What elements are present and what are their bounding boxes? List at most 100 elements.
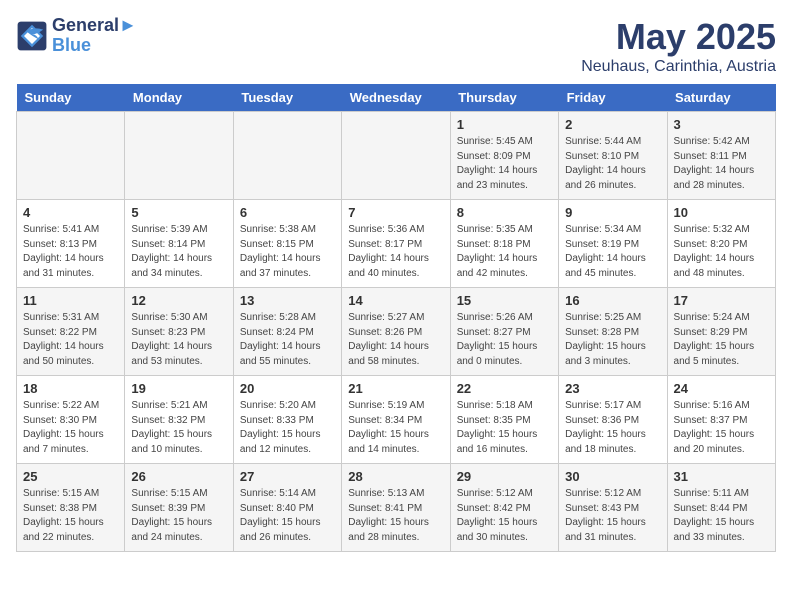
calendar-cell: 14Sunrise: 5:27 AM Sunset: 8:26 PM Dayli… bbox=[342, 288, 450, 376]
cell-info: Sunrise: 5:24 AM Sunset: 8:29 PM Dayligh… bbox=[674, 311, 769, 369]
location: Neuhaus, Carinthia, Austria bbox=[581, 58, 776, 76]
day-number: 26 bbox=[131, 469, 226, 484]
calendar-cell: 30Sunrise: 5:12 AM Sunset: 8:43 PM Dayli… bbox=[559, 464, 667, 552]
calendar-table: SundayMondayTuesdayWednesdayThursdayFrid… bbox=[16, 84, 776, 552]
day-number: 5 bbox=[131, 205, 226, 220]
week-row-3: 11 Sunrise: 5:31 AM Sunset: 8:22 PM Dayli… bbox=[17, 288, 776, 376]
cell-info: Sunrise: 5:31 AM Sunset: 8:22 PM Dayligh… bbox=[23, 311, 118, 369]
calendar-cell bbox=[125, 112, 233, 200]
calendar-cell: 19 Sunrise: 5:21 AM Sunset: 8:32 PM Dayli… bbox=[125, 376, 233, 464]
day-number: 29 bbox=[457, 469, 552, 484]
day-number: 24 bbox=[674, 381, 769, 396]
calendar-cell: 22 Sunrise: 5:18 AM Sunset: 8:35 PM Dayli… bbox=[450, 376, 558, 464]
cell-info: Sunrise: 5:45 AM Sunset: 8:09 PM Dayligh… bbox=[457, 135, 552, 193]
weekday-header-sunday: Sunday bbox=[17, 84, 125, 112]
cell-info: Sunrise: 5:15 AM Sunset: 8:38 PM Dayligh… bbox=[23, 487, 118, 545]
calendar-cell: 31Sunrise: 5:11 AM Sunset: 8:44 PM Dayli… bbox=[667, 464, 775, 552]
cell-info: Sunrise: 5:39 AM Sunset: 8:14 PM Dayligh… bbox=[131, 223, 226, 281]
cell-info: Sunrise: 5:35 AM Sunset: 8:18 PM Dayligh… bbox=[457, 223, 552, 281]
weekday-header-monday: Monday bbox=[125, 84, 233, 112]
calendar-cell: 25 Sunrise: 5:15 AM Sunset: 8:38 PM Dayli… bbox=[17, 464, 125, 552]
cell-info: Sunrise: 5:32 AM Sunset: 8:20 PM Dayligh… bbox=[674, 223, 769, 281]
cell-info: Sunrise: 5:41 AM Sunset: 8:13 PM Dayligh… bbox=[23, 223, 118, 281]
day-number: 27 bbox=[240, 469, 335, 484]
cell-info: Sunrise: 5:17 AM Sunset: 8:36 PM Dayligh… bbox=[565, 399, 660, 457]
page-header: General► Blue May 2025 Neuhaus, Carinthi… bbox=[16, 16, 776, 76]
calendar-cell: 13 Sunrise: 5:28 AM Sunset: 8:24 PM Dayli… bbox=[233, 288, 341, 376]
day-number: 21 bbox=[348, 381, 443, 396]
cell-info: Sunrise: 5:22 AM Sunset: 8:30 PM Dayligh… bbox=[23, 399, 118, 457]
calendar-cell: 12 Sunrise: 5:30 AM Sunset: 8:23 PM Dayli… bbox=[125, 288, 233, 376]
cell-info: Sunrise: 5:15 AM Sunset: 8:39 PM Dayligh… bbox=[131, 487, 226, 545]
day-number: 30 bbox=[565, 469, 660, 484]
calendar-cell: 17 Sunrise: 5:24 AM Sunset: 8:29 PM Dayli… bbox=[667, 288, 775, 376]
cell-info: Sunrise: 5:26 AM Sunset: 8:27 PM Dayligh… bbox=[457, 311, 552, 369]
day-number: 8 bbox=[457, 205, 552, 220]
day-number: 9 bbox=[565, 205, 660, 220]
cell-info: Sunrise: 5:19 AM Sunset: 8:34 PM Dayligh… bbox=[348, 399, 443, 457]
calendar-cell bbox=[342, 112, 450, 200]
cell-info: Sunrise: 5:20 AM Sunset: 8:33 PM Dayligh… bbox=[240, 399, 335, 457]
calendar-cell: 10 Sunrise: 5:32 AM Sunset: 8:20 PM Dayli… bbox=[667, 200, 775, 288]
cell-info: Sunrise: 5:14 AM Sunset: 8:40 PM Dayligh… bbox=[240, 487, 335, 545]
logo-text: General► Blue bbox=[52, 16, 137, 56]
cell-info: Sunrise: 5:42 AM Sunset: 8:11 PM Dayligh… bbox=[674, 135, 769, 193]
cell-info: Sunrise: 5:30 AM Sunset: 8:23 PM Dayligh… bbox=[131, 311, 226, 369]
weekday-header-saturday: Saturday bbox=[667, 84, 775, 112]
day-number: 20 bbox=[240, 381, 335, 396]
calendar-cell: 5 Sunrise: 5:39 AM Sunset: 8:14 PM Daylig… bbox=[125, 200, 233, 288]
cell-info: Sunrise: 5:13 AM Sunset: 8:41 PM Dayligh… bbox=[348, 487, 443, 545]
weekday-header-thursday: Thursday bbox=[450, 84, 558, 112]
calendar-cell: 3 Sunrise: 5:42 AM Sunset: 8:11 PM Daylig… bbox=[667, 112, 775, 200]
cell-info: Sunrise: 5:21 AM Sunset: 8:32 PM Dayligh… bbox=[131, 399, 226, 457]
calendar-cell: 8 Sunrise: 5:35 AM Sunset: 8:18 PM Daylig… bbox=[450, 200, 558, 288]
calendar-cell: 20 Sunrise: 5:20 AM Sunset: 8:33 PM Dayli… bbox=[233, 376, 341, 464]
cell-info: Sunrise: 5:36 AM Sunset: 8:17 PM Dayligh… bbox=[348, 223, 443, 281]
weekday-header-tuesday: Tuesday bbox=[233, 84, 341, 112]
cell-info: Sunrise: 5:44 AM Sunset: 8:10 PM Dayligh… bbox=[565, 135, 660, 193]
day-number: 2 bbox=[565, 117, 660, 132]
day-number: 15 bbox=[457, 293, 552, 308]
day-number: 7 bbox=[348, 205, 443, 220]
cell-info: Sunrise: 5:18 AM Sunset: 8:35 PM Dayligh… bbox=[457, 399, 552, 457]
day-number: 12 bbox=[131, 293, 226, 308]
cell-info: Sunrise: 5:38 AM Sunset: 8:15 PM Dayligh… bbox=[240, 223, 335, 281]
day-number: 13 bbox=[240, 293, 335, 308]
day-number: 3 bbox=[674, 117, 769, 132]
day-number: 19 bbox=[131, 381, 226, 396]
weekday-header-row: SundayMondayTuesdayWednesdayThursdayFrid… bbox=[17, 84, 776, 112]
calendar-cell: 11 Sunrise: 5:31 AM Sunset: 8:22 PM Dayli… bbox=[17, 288, 125, 376]
calendar-cell: 21 Sunrise: 5:19 AM Sunset: 8:34 PM Dayli… bbox=[342, 376, 450, 464]
calendar-cell: 6Sunrise: 5:38 AM Sunset: 8:15 PM Daylig… bbox=[233, 200, 341, 288]
weekday-header-friday: Friday bbox=[559, 84, 667, 112]
day-number: 22 bbox=[457, 381, 552, 396]
cell-info: Sunrise: 5:27 AM Sunset: 8:26 PM Dayligh… bbox=[348, 311, 443, 369]
calendar-cell: 24 Sunrise: 5:16 AM Sunset: 8:37 PM Dayli… bbox=[667, 376, 775, 464]
calendar-cell: 15 Sunrise: 5:26 AM Sunset: 8:27 PM Dayli… bbox=[450, 288, 558, 376]
calendar-cell: 1 Sunrise: 5:45 AM Sunset: 8:09 PM Daylig… bbox=[450, 112, 558, 200]
day-number: 23 bbox=[565, 381, 660, 396]
day-number: 10 bbox=[674, 205, 769, 220]
calendar-cell: 26 Sunrise: 5:15 AM Sunset: 8:39 PM Dayli… bbox=[125, 464, 233, 552]
day-number: 25 bbox=[23, 469, 118, 484]
calendar-cell bbox=[17, 112, 125, 200]
day-number: 1 bbox=[457, 117, 552, 132]
cell-info: Sunrise: 5:28 AM Sunset: 8:24 PM Dayligh… bbox=[240, 311, 335, 369]
day-number: 18 bbox=[23, 381, 118, 396]
logo-icon bbox=[16, 20, 48, 52]
day-number: 4 bbox=[23, 205, 118, 220]
calendar-cell: 28Sunrise: 5:13 AM Sunset: 8:41 PM Dayli… bbox=[342, 464, 450, 552]
day-number: 17 bbox=[674, 293, 769, 308]
cell-info: Sunrise: 5:16 AM Sunset: 8:37 PM Dayligh… bbox=[674, 399, 769, 457]
calendar-cell: 16Sunrise: 5:25 AM Sunset: 8:28 PM Dayli… bbox=[559, 288, 667, 376]
month-title: May 2025 bbox=[581, 16, 776, 58]
week-row-4: 18 Sunrise: 5:22 AM Sunset: 8:30 PM Dayli… bbox=[17, 376, 776, 464]
week-row-1: 1 Sunrise: 5:45 AM Sunset: 8:09 PM Daylig… bbox=[17, 112, 776, 200]
calendar-cell: 23 Sunrise: 5:17 AM Sunset: 8:36 PM Dayli… bbox=[559, 376, 667, 464]
cell-info: Sunrise: 5:34 AM Sunset: 8:19 PM Dayligh… bbox=[565, 223, 660, 281]
cell-info: Sunrise: 5:12 AM Sunset: 8:42 PM Dayligh… bbox=[457, 487, 552, 545]
logo: General► Blue bbox=[16, 16, 137, 56]
day-number: 11 bbox=[23, 293, 118, 308]
calendar-cell: 7 Sunrise: 5:36 AM Sunset: 8:17 PM Daylig… bbox=[342, 200, 450, 288]
day-number: 31 bbox=[674, 469, 769, 484]
